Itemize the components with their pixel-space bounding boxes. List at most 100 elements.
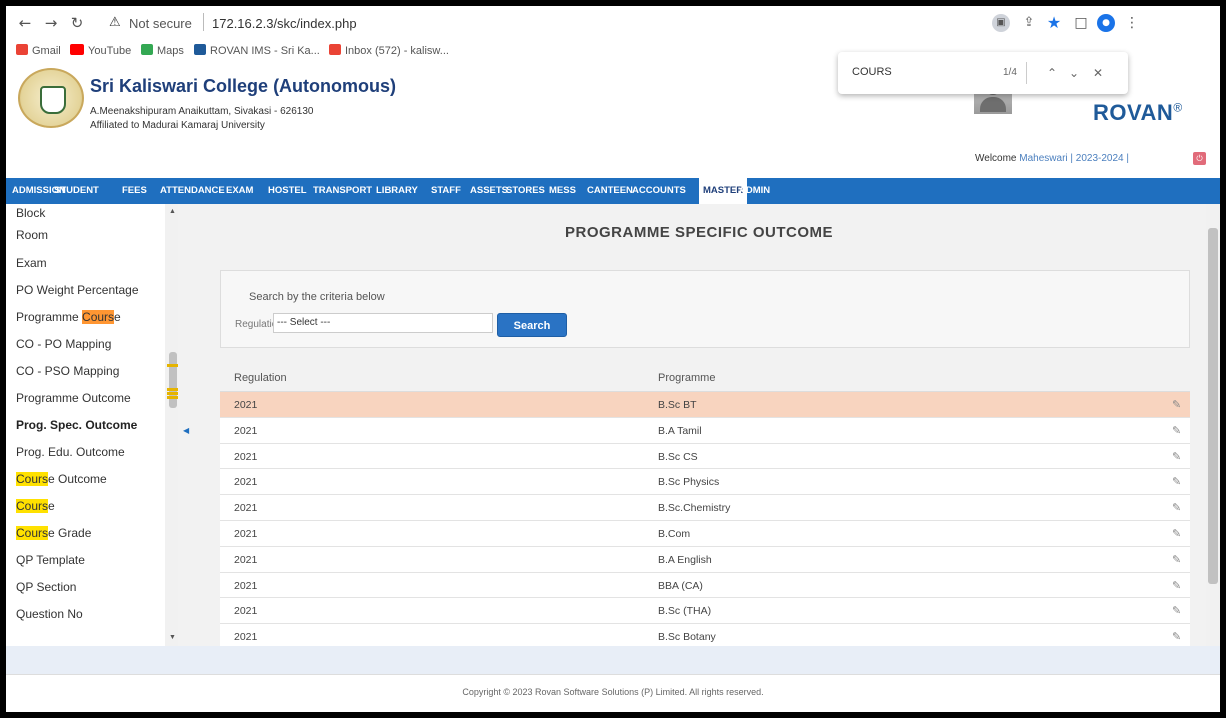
sidebar-item-label: e [48, 499, 55, 513]
table-row[interactable]: 2021 B.Sc.Chemistry ✎ [220, 495, 1190, 521]
cell-programme: B.Sc CS [658, 450, 698, 463]
nav-item-canteen[interactable]: CANTEEN [587, 178, 633, 204]
regulation-select[interactable]: --- Select --- [273, 313, 493, 333]
sidebar-item[interactable]: Prog. Edu. Outcome [16, 445, 125, 465]
find-next-icon[interactable]: ⌄ [1066, 64, 1082, 82]
sidebar-item[interactable]: CO - PSO Mapping [16, 364, 119, 384]
nav-item-stores[interactable]: STORES [506, 178, 545, 204]
cell-regulation: 2021 [234, 450, 258, 463]
sidebar-item-label: Programme [16, 310, 83, 324]
table-row[interactable]: 2021 B.A Tamil ✎ [220, 417, 1190, 444]
search-panel: Search by the criteria below Regulation … [220, 270, 1190, 348]
sidebar-item[interactable]: Course Grade [16, 526, 91, 546]
bookmark-youtube[interactable]: YouTube [70, 43, 131, 59]
nav-item-library[interactable]: LIBRARY [376, 178, 418, 204]
sidebar-item[interactable]: QP Template [16, 553, 85, 573]
nav-item-attendance[interactable]: ATTENDANCE [160, 178, 225, 204]
table-row[interactable]: 2021 B.A English ✎ [220, 546, 1190, 573]
edit-icon[interactable]: ✎ [1172, 475, 1184, 488]
edit-icon[interactable]: ✎ [1172, 501, 1184, 514]
nav-item-assets[interactable]: ASSETS [470, 178, 508, 204]
sidebar-item-label: Exam [16, 256, 47, 270]
rovan-icon [194, 44, 206, 55]
sidebar-scrollbar[interactable] [165, 204, 178, 646]
table-row[interactable]: 2021 B.Sc BT ✎ [220, 392, 1190, 418]
find-close-icon[interactable]: ✕ [1090, 64, 1106, 82]
sidebar-item[interactable]: PO Weight Percentage [16, 283, 139, 303]
share-icon[interactable]: ⇪ [1020, 14, 1038, 32]
back-icon[interactable]: ← [16, 14, 34, 32]
nav-item-mess[interactable]: MESS [549, 178, 576, 204]
nav-item-staff[interactable]: STAFF [431, 178, 461, 204]
edit-icon[interactable]: ✎ [1172, 630, 1184, 643]
nav-item-exam[interactable]: EXAM [226, 178, 253, 204]
reload-icon[interactable]: ↻ [68, 14, 86, 32]
warning-icon[interactable]: ⚠ [109, 15, 121, 30]
nav-item-student[interactable]: STUDENT [54, 178, 99, 204]
table-row[interactable]: 2021 B.Com ✎ [220, 520, 1190, 547]
edit-icon[interactable]: ✎ [1172, 450, 1184, 463]
sidebar-item-label: Prog. Spec. Outcome [16, 418, 138, 432]
address-bar[interactable]: 172.16.2.3/skc/index.php [212, 16, 357, 31]
sidebar-item[interactable]: Block [16, 206, 45, 226]
sidebar-item[interactable]: Question No [16, 607, 83, 627]
sidebar-scroll-thumb[interactable] [169, 352, 177, 408]
find-previous-icon[interactable]: ⌃ [1044, 64, 1060, 82]
sidebar-item[interactable]: Programme Course [16, 310, 121, 330]
bookmark-rovan[interactable]: ROVAN IMS - Sri Ka... [194, 43, 320, 59]
nav-item-hostel[interactable]: HOSTEL [268, 178, 307, 204]
sidebar-item[interactable]: Course Outcome [16, 472, 107, 492]
side-panel-icon[interactable]: □ [1072, 14, 1090, 32]
bookmark-maps[interactable]: Maps [141, 43, 184, 59]
college-name: Sri Kaliswari College (Autonomous) [90, 76, 397, 96]
table-row[interactable]: 2021 B.Sc Physics ✎ [220, 469, 1190, 496]
cell-programme: B.Com [658, 527, 691, 540]
logout-icon[interactable]: ⏻ [1193, 152, 1206, 165]
kebab-menu-icon[interactable]: ⋮ [1123, 14, 1141, 32]
forward-icon[interactable]: → [42, 14, 60, 32]
edit-icon[interactable]: ✎ [1172, 604, 1184, 617]
sidebar-item[interactable]: Programme Outcome [16, 391, 131, 411]
scroll-up-icon[interactable]: ▲ [169, 208, 176, 215]
academic-year[interactable]: | 2023-2024 | [1070, 153, 1129, 164]
find-match-marker [167, 364, 178, 367]
content-area: Block Room Exam PO Weight Percentage Program… [6, 204, 1220, 650]
edit-icon[interactable]: ✎ [1172, 424, 1184, 437]
search-button[interactable]: Search [497, 313, 567, 337]
table-row[interactable]: 2021 B.Sc CS ✎ [220, 443, 1190, 470]
sidebar-item[interactable]: Room [16, 228, 48, 248]
nav-item-fees[interactable]: FEES [122, 178, 147, 204]
bookmark-star-icon[interactable]: ★ [1045, 14, 1063, 32]
bookmark-inbox[interactable]: Inbox (572) - kalisw... [329, 43, 449, 59]
column-header-regulation: Regulation [234, 372, 287, 384]
cell-regulation: 2021 [234, 605, 258, 618]
edit-icon[interactable]: ✎ [1172, 553, 1184, 566]
table-row[interactable]: 2021 BBA (CA) ✎ [220, 572, 1190, 599]
sidebar-item[interactable]: Course [16, 499, 55, 519]
nav-item-admin[interactable]: ADMIN [739, 178, 770, 204]
main-scroll-thumb[interactable] [1208, 228, 1218, 584]
find-separator [1026, 62, 1027, 84]
edit-icon[interactable]: ✎ [1172, 579, 1184, 592]
edit-icon[interactable]: ✎ [1172, 398, 1184, 411]
nav-item-accounts[interactable]: ACCOUNTS [632, 178, 686, 204]
security-label[interactable]: Not secure [129, 16, 192, 31]
profile-avatar-icon[interactable]: ● [1097, 14, 1115, 32]
collapse-sidebar-icon[interactable]: ◀ [183, 426, 189, 435]
edit-icon[interactable]: ✎ [1172, 527, 1184, 540]
scroll-down-icon[interactable]: ▼ [169, 634, 176, 641]
find-input[interactable]: COURS [852, 66, 892, 78]
extension-icon[interactable]: ▣ [992, 14, 1010, 32]
user-name[interactable]: Maheswari [1019, 153, 1067, 164]
sidebar-item[interactable]: Prog. Spec. Outcome [16, 418, 137, 438]
table-header: Regulation Programme [220, 364, 1190, 392]
sidebar: Block Room Exam PO Weight Percentage Program… [6, 204, 178, 646]
sidebar-item[interactable]: Exam [16, 256, 47, 276]
bookmark-gmail[interactable]: Gmail [16, 43, 61, 59]
sidebar-item[interactable]: QP Section [16, 580, 76, 600]
gmail-icon [16, 44, 28, 55]
sidebar-item[interactable]: CO - PO Mapping [16, 337, 111, 357]
nav-item-transport[interactable]: TRANSPORT [313, 178, 372, 204]
cell-regulation: 2021 [234, 631, 258, 644]
table-row[interactable]: 2021 B.Sc (THA) ✎ [220, 598, 1190, 625]
